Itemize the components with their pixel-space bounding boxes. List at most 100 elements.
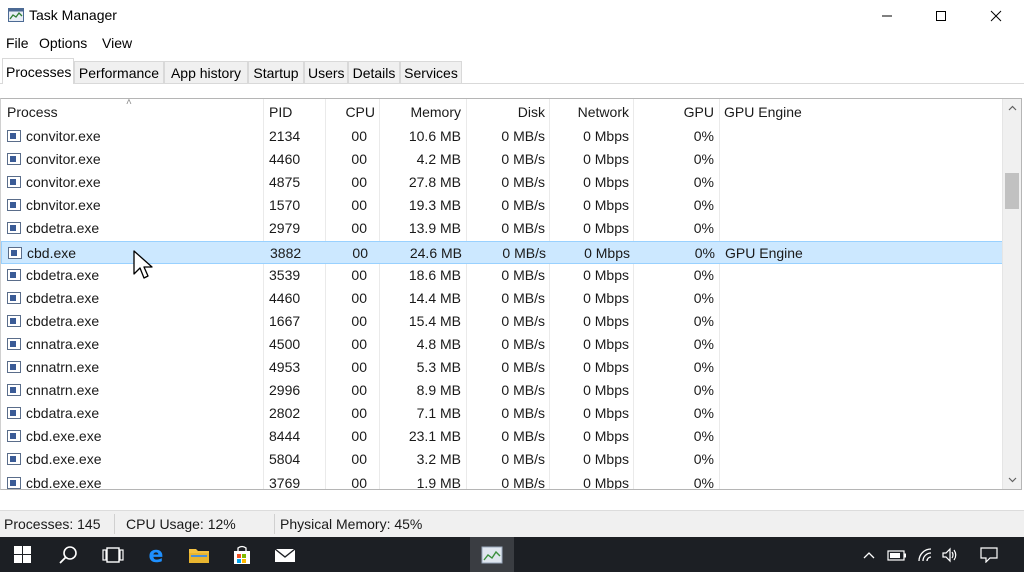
- cell-network: 0 Mbps: [583, 128, 629, 144]
- cell-network: 0 Mbps: [583, 474, 629, 490]
- column-header-disk[interactable]: Disk: [471, 104, 545, 120]
- process-window-icon: [7, 384, 21, 397]
- chevron-up-icon: [863, 551, 875, 558]
- table-row[interactable]: convitor.exe 4460 00 4.2 MB 0 MB/s 0 Mbps 0%: [1, 148, 1003, 171]
- chevron-up-icon: [1008, 105, 1016, 111]
- cell-network: 0 Mbps: [583, 151, 629, 168]
- tab-processes[interactable]: Processes: [2, 58, 74, 84]
- cell-process-name: cbd.exe.exe: [26, 474, 102, 490]
- maximize-button[interactable]: [918, 0, 964, 32]
- status-physical-memory: Physical Memory: 45%: [280, 516, 423, 532]
- table-row[interactable]: convitor.exe 4875 00 27.8 MB 0 MB/s 0 Mbps 0%: [1, 171, 1003, 194]
- volume-tray-button[interactable]: [938, 537, 962, 572]
- table-row[interactable]: cbd.exe.exe 3769 00 1.9 MB 0 MB/s 0 Mbps 0%: [1, 472, 1003, 490]
- cell-pid: 3769: [269, 474, 301, 490]
- cell-pid: 4953: [269, 359, 301, 375]
- menu-file[interactable]: File: [6, 35, 29, 51]
- tab-app-history[interactable]: App history: [164, 61, 248, 83]
- cell-pid: 1667: [269, 312, 301, 329]
- mail-taskbar-button[interactable]: [263, 537, 307, 572]
- cell-pid: 4460: [269, 151, 301, 168]
- cell-process-name: cbdetra.exe: [26, 220, 100, 237]
- column-header-memory[interactable]: Memory: [385, 104, 461, 120]
- table-row[interactable]: cbdatra.exe 2802 00 7.1 MB 0 MB/s 0 Mbps 0%: [1, 402, 1003, 425]
- menu-view[interactable]: View: [102, 35, 132, 51]
- scroll-down-button[interactable]: [1003, 471, 1021, 489]
- process-window-icon: [7, 453, 21, 466]
- mouse-cursor-icon: [133, 250, 153, 279]
- scroll-up-button[interactable]: [1003, 99, 1021, 117]
- search-icon: [59, 545, 77, 564]
- cell-process-name: cnnatrn.exe: [26, 359, 100, 375]
- vertical-scrollbar[interactable]: [1002, 99, 1021, 489]
- cell-process-name: convitor.exe: [26, 128, 101, 144]
- cell-network: 0 Mbps: [583, 359, 629, 375]
- table-row[interactable]: cnnatrn.exe 4953 00 5.3 MB 0 MB/s 0 Mbps 0%: [1, 356, 1003, 379]
- tab-details[interactable]: Details: [348, 61, 400, 83]
- process-window-icon: [7, 268, 21, 281]
- table-row[interactable]: convitor.exe 2134 00 10.6 MB 0 MB/s 0 Mbps 0%: [1, 125, 1003, 148]
- tab-users[interactable]: Users: [304, 61, 348, 83]
- cell-network: 0 Mbps: [583, 312, 629, 329]
- task-manager-icon: [8, 8, 24, 22]
- cell-cpu: 00: [351, 428, 367, 445]
- cell-process-name: cbnvitor.exe: [26, 197, 101, 214]
- status-bar: Processes: 145 CPU Usage: 12% Physical M…: [0, 510, 1024, 537]
- cell-network: 0 Mbps: [583, 289, 629, 306]
- process-table: Process ˄ PID CPU Memory Disk Network GP…: [0, 98, 1022, 490]
- file-explorer-taskbar-button[interactable]: [177, 537, 221, 572]
- show-hidden-icons-button[interactable]: [858, 537, 880, 572]
- tab-strip: Processes Performance App history Startu…: [0, 56, 1024, 84]
- table-row[interactable]: cbd.exe.exe 8444 00 23.1 MB 0 MB/s 0 Mbps 0%: [1, 425, 1003, 448]
- cell-memory: 7.1 MB: [416, 405, 461, 422]
- menu-bar: File Options View: [0, 32, 1024, 54]
- cell-gpu: 0%: [693, 174, 714, 191]
- close-button[interactable]: [973, 0, 1019, 32]
- search-button[interactable]: [46, 537, 90, 572]
- tab-services[interactable]: Services: [400, 61, 462, 83]
- task-manager-taskbar-button[interactable]: [470, 537, 514, 572]
- edge-taskbar-button[interactable]: e: [134, 537, 178, 572]
- column-header-gpu[interactable]: GPU: [639, 104, 714, 120]
- cell-network: 0 Mbps: [583, 197, 629, 214]
- table-row[interactable]: cbdetra.exe 2979 00 13.9 MB 0 MB/s 0 Mbps 0%: [1, 217, 1003, 240]
- cell-gpu: 0%: [693, 451, 714, 468]
- tab-performance[interactable]: Performance: [74, 61, 164, 83]
- cell-pid: 3539: [269, 266, 301, 283]
- column-header-pid[interactable]: PID: [269, 104, 292, 120]
- action-center-button[interactable]: [976, 537, 1002, 572]
- battery-tray-button[interactable]: [884, 537, 910, 572]
- menu-options[interactable]: Options: [39, 35, 87, 51]
- minimize-button[interactable]: [864, 0, 910, 32]
- process-window-icon: [7, 476, 21, 489]
- table-row[interactable]: cbdetra.exe 4460 00 14.4 MB 0 MB/s 0 Mbps 0%: [1, 287, 1003, 310]
- windows-logo-icon: [13, 546, 31, 563]
- cell-disk: 0 MB/s: [501, 312, 545, 329]
- cell-process-name: cbdetra.exe: [26, 289, 100, 306]
- store-taskbar-button[interactable]: [220, 537, 264, 572]
- cell-memory: 1.9 MB: [416, 474, 461, 490]
- tab-startup[interactable]: Startup: [248, 61, 304, 83]
- cell-cpu: 00: [351, 289, 367, 306]
- file-explorer-icon: [189, 548, 209, 563]
- table-row[interactable]: cbd.exe.exe 5804 00 3.2 MB 0 MB/s 0 Mbps 0%: [1, 448, 1003, 471]
- cell-gpu: 0%: [693, 128, 714, 144]
- process-window-icon: [7, 361, 21, 373]
- start-button[interactable]: [0, 537, 44, 572]
- cell-process-name: cnnatrn.exe: [26, 382, 100, 399]
- table-row[interactable]: cbdetra.exe 1667 00 15.4 MB 0 MB/s 0 Mbps 0%: [1, 310, 1003, 333]
- column-header-gpu-engine[interactable]: GPU Engine: [724, 104, 802, 120]
- column-header-network[interactable]: Network: [553, 104, 629, 120]
- task-view-button[interactable]: [91, 537, 135, 572]
- column-header-process[interactable]: Process: [7, 104, 58, 120]
- cell-cpu: 00: [351, 451, 367, 468]
- table-row[interactable]: cnnatra.exe 4500 00 4.8 MB 0 MB/s 0 Mbps 0%: [1, 333, 1003, 356]
- cell-pid: 1570: [269, 197, 301, 214]
- cell-pid: 5804: [269, 451, 301, 468]
- scrollbar-thumb[interactable]: [1005, 173, 1019, 209]
- column-header-cpu[interactable]: CPU: [331, 104, 375, 120]
- edge-browser-icon: e: [149, 544, 164, 566]
- network-tray-button[interactable]: [912, 537, 938, 572]
- table-row[interactable]: cbnvitor.exe 1570 00 19.3 MB 0 MB/s 0 Mbps 0%: [1, 194, 1003, 217]
- table-row[interactable]: cnnatrn.exe 2996 00 8.9 MB 0 MB/s 0 Mbps 0%: [1, 379, 1003, 402]
